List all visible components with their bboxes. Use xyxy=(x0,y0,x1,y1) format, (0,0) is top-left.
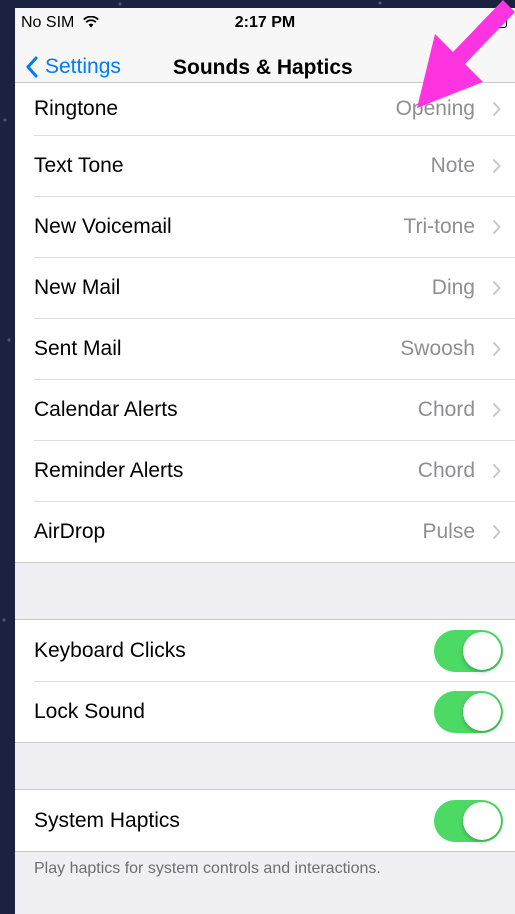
screen: No SIM 2:17 PM Settings Sounds & Haptics… xyxy=(15,8,515,914)
ringtone-row[interactable]: Ringtone Opening xyxy=(15,83,515,135)
feedback-group: Keyboard Clicks Lock Sound xyxy=(15,619,515,743)
row-value: Note xyxy=(430,153,475,177)
row-label: Sent Mail xyxy=(34,336,122,360)
toggle-knob xyxy=(463,692,501,731)
row-value: Tri-tone xyxy=(403,214,475,238)
sent-mail-row[interactable]: Sent Mail Swoosh xyxy=(15,318,515,379)
airdrop-row[interactable]: AirDrop Pulse xyxy=(15,501,515,562)
row-label: Lock Sound xyxy=(34,699,145,723)
row-label: System Haptics xyxy=(34,808,180,832)
page-title: Sounds & Haptics xyxy=(173,56,353,79)
keyboard-clicks-row: Keyboard Clicks xyxy=(15,620,515,681)
chevron-right-icon xyxy=(492,280,501,295)
row-value: Pulse xyxy=(422,519,475,543)
system-haptics-toggle[interactable] xyxy=(434,799,503,842)
chevron-right-icon xyxy=(492,158,501,173)
row-label: Ringtone xyxy=(34,97,119,120)
chevron-right-icon xyxy=(492,463,501,478)
haptics-group: System Haptics xyxy=(15,789,515,852)
row-label: AirDrop xyxy=(34,519,106,543)
new-mail-row[interactable]: New Mail Ding xyxy=(15,257,515,318)
row-value: Ding xyxy=(431,275,475,299)
new-voicemail-row[interactable]: New Voicemail Tri-tone xyxy=(15,196,515,257)
row-label: Calendar Alerts xyxy=(34,397,178,421)
row-label: New Voicemail xyxy=(34,214,172,238)
lock-sound-toggle[interactable] xyxy=(434,690,503,733)
toggle-knob xyxy=(463,801,501,840)
chevron-right-icon xyxy=(492,524,501,539)
status-time: 2:17 PM xyxy=(234,14,296,31)
lock-sound-row: Lock Sound xyxy=(15,681,515,742)
battery-icon xyxy=(485,17,507,28)
status-bar: No SIM 2:17 PM xyxy=(15,8,515,38)
row-value: Chord xyxy=(417,458,475,482)
sounds-group: Ringtone Opening Text Tone Note New Voic… xyxy=(15,82,515,563)
row-value: Chord xyxy=(417,397,475,421)
reminder-alerts-row[interactable]: Reminder Alerts Chord xyxy=(15,440,515,501)
back-button[interactable]: Settings xyxy=(25,54,121,80)
row-label: Text Tone xyxy=(34,153,124,177)
calendar-alerts-row[interactable]: Calendar Alerts Chord xyxy=(15,379,515,440)
row-label: New Mail xyxy=(34,275,121,299)
chevron-right-icon xyxy=(492,341,501,356)
text-tone-row[interactable]: Text Tone Note xyxy=(15,135,515,196)
chevron-right-icon xyxy=(492,402,501,417)
chevron-left-icon xyxy=(26,56,38,78)
keyboard-clicks-toggle[interactable] xyxy=(434,629,503,672)
row-value: Opening xyxy=(395,97,475,120)
haptics-footer-note: Play haptics for system controls and int… xyxy=(34,860,381,877)
system-haptics-row: System Haptics xyxy=(15,790,515,851)
back-button-label: Settings xyxy=(45,55,121,78)
row-label: Reminder Alerts xyxy=(34,458,184,482)
chevron-right-icon xyxy=(492,219,501,234)
chevron-right-icon xyxy=(492,101,501,117)
row-value: Swoosh xyxy=(400,336,475,360)
toggle-knob xyxy=(463,631,501,670)
row-label: Keyboard Clicks xyxy=(34,638,186,662)
